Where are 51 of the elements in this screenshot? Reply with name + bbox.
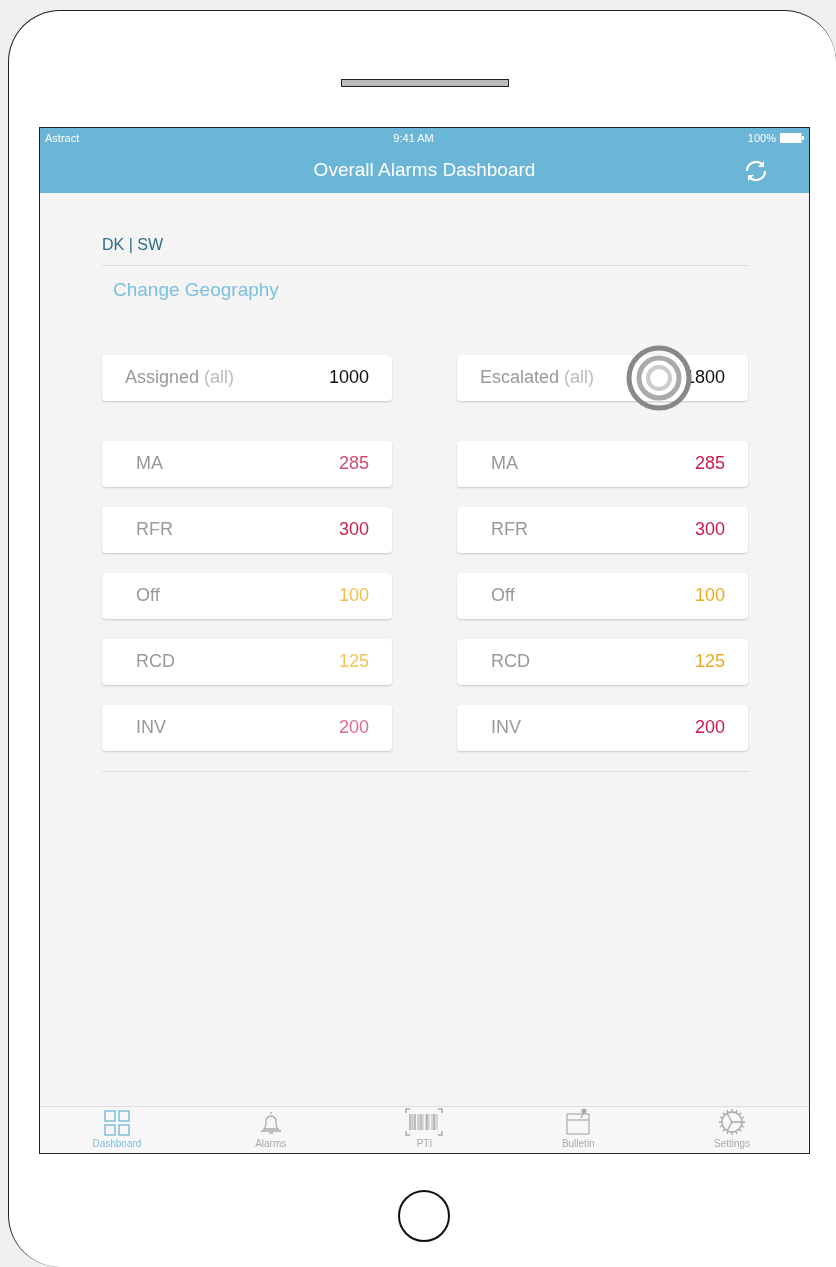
alarm-count: 125 [338,650,369,673]
region-label: DK | SW [102,235,165,255]
alarm-card[interactable]: RCD 125 [102,638,392,685]
total-label: Escalated (all) [480,366,595,389]
alarm-label: INV [491,716,521,739]
alarm-card[interactable]: Off 100 [457,572,748,619]
bulletin-board-icon [565,1108,592,1136]
battery-icon [780,133,804,143]
clock: 9:41 AM [393,130,434,146]
alarm-label: RCD [491,650,530,673]
alarm-count: 285 [694,452,725,475]
battery-label: 100% [747,130,776,146]
alarm-count: 300 [338,518,369,541]
grid-icon [103,1110,130,1136]
alarm-count: 285 [338,452,369,475]
change-geography-link[interactable]: Change Geography [113,279,279,300]
alarm-count: 200 [338,716,369,739]
alarm-card[interactable]: INV 200 [457,704,748,751]
total-label: Assigned (all) [125,366,235,389]
alarm-count: 100 [338,584,369,607]
carrier-label: Astract [45,130,80,146]
tab-bar-item[interactable]: Dashboard [66,1107,167,1153]
barcode-icon [405,1108,444,1136]
alarm-label: Off [136,584,160,607]
alarm-count: 300 [694,518,725,541]
alarm-card[interactable]: RFR 300 [102,506,392,553]
settings-icon [718,1108,747,1136]
alarm-card[interactable]: MA 285 [457,440,748,487]
alarm-label: RFR [491,518,528,541]
alarm-count: 100 [694,584,725,607]
total-card[interactable]: Assigned (all) 1000 [102,354,392,401]
alarm-card[interactable]: Off 100 [102,572,392,619]
tab-bar-item[interactable]: Alarms [220,1107,321,1153]
home-button[interactable] [398,1190,450,1242]
tab-bar-item[interactable]: Bulletin [528,1107,629,1153]
alarm-count: 125 [694,650,725,673]
screen-title: Overall Alarms Dashboard [313,158,536,183]
alarm-label: INV [136,716,166,739]
alarm-label: MA [491,452,518,475]
alarm-label: RCD [136,650,175,673]
alarm-label: Off [491,584,515,607]
alarm-card[interactable]: INV 200 [102,704,392,751]
tab-bar-item[interactable]: PTI [374,1107,475,1153]
alarm-card[interactable]: RCD 125 [457,638,748,685]
total-value: 1000 [328,366,369,389]
alarm-card[interactable]: MA 285 [102,440,392,487]
alarm-count: 200 [694,716,725,739]
alarm-card[interactable]: RFR 300 [457,506,748,553]
alarm-label: RFR [136,518,173,541]
tab-bar-item[interactable]: Settings [682,1107,783,1153]
alarm-label: MA [136,452,163,475]
